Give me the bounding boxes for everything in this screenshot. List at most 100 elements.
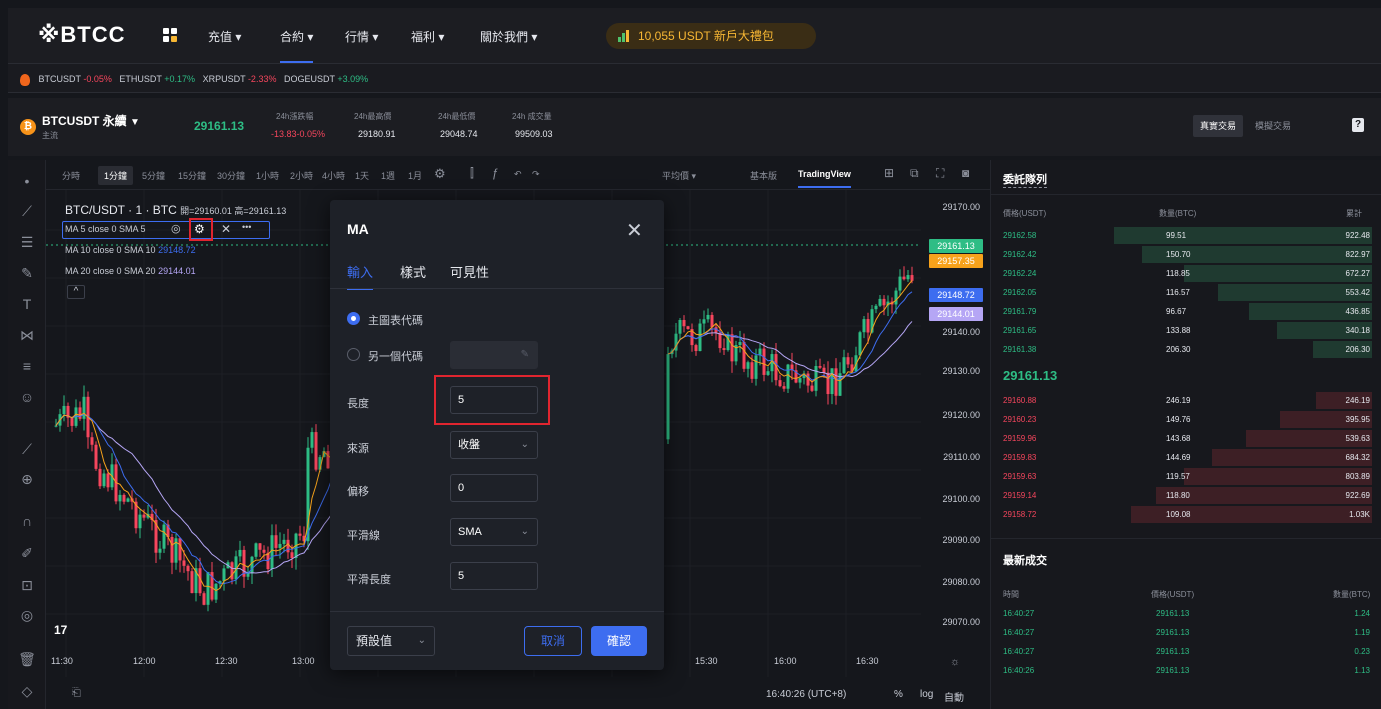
order-row[interactable]: 29158.72 109.08 1.03K (991, 506, 1381, 523)
tab-visibility[interactable]: 可見性 (450, 262, 489, 281)
confirm-button[interactable]: 確認 (591, 626, 647, 656)
order-row[interactable]: 29160.23 149.76 395.95 (991, 411, 1381, 428)
pattern-icon[interactable]: ⋈ (18, 326, 36, 344)
order-row[interactable]: 29162.58 99.51 922.48 (991, 227, 1381, 244)
interval-2h[interactable]: 2小時 (290, 169, 313, 182)
pencil-lock-icon[interactable]: ✐ (18, 544, 36, 562)
demo-trading-button[interactable]: 模擬交易 (1248, 115, 1298, 137)
goto-date-icon[interactable]: ⎗ (72, 687, 81, 700)
interval-1mo[interactable]: 1月 (408, 169, 422, 182)
popout-icon[interactable]: ⧉ (910, 166, 919, 181)
interval-5m[interactable]: 5分鐘 (142, 169, 165, 182)
collapse-legend-button[interactable]: ^ (67, 285, 85, 299)
ma20-legend-row[interactable]: MA 20 close 0 SMA 20 29144.01 (65, 266, 196, 276)
tradingview-tab[interactable]: TradingView (798, 169, 851, 188)
zoom-in-icon[interactable]: ⊕ (18, 470, 36, 488)
fullscreen-icon[interactable]: ⛶ (936, 166, 944, 181)
layers-icon[interactable]: ◇ (18, 682, 36, 700)
brush-icon[interactable]: ✎ (18, 264, 36, 282)
interval-timeline[interactable]: 分時 (62, 169, 80, 182)
fib-lines-icon[interactable]: ☰ (18, 233, 36, 251)
more-icon[interactable]: ••• (242, 222, 251, 232)
magnet-icon[interactable]: ∩ (18, 512, 36, 530)
length-input[interactable]: 5 (450, 386, 538, 414)
auto-toggle[interactable]: 自動 (944, 689, 964, 704)
real-trading-button[interactable]: 真實交易 (1193, 115, 1243, 137)
close-icon[interactable]: ✕ (221, 222, 231, 236)
main-symbol-radio[interactable] (347, 312, 360, 325)
close-icon[interactable]: ✕ (626, 218, 643, 243)
apps-grid-icon[interactable] (163, 28, 177, 42)
redo-icon[interactable]: ↷ (532, 169, 540, 180)
order-row[interactable]: 29161.38 206.30 206.30 (991, 341, 1381, 358)
interval-1m[interactable]: 1分鐘 (98, 166, 134, 185)
average-price-dropdown[interactable]: 平均價 ▾ (662, 169, 696, 182)
settings-icon[interactable]: ☼ (950, 656, 960, 668)
source-select[interactable]: 收盤 ⌄ (450, 431, 538, 459)
order-row[interactable]: 29160.88 246.19 246.19 (991, 392, 1381, 409)
lock-icon[interactable]: ⊡ (18, 576, 36, 594)
ticker-item[interactable]: BTCUSDT -0.05% (39, 74, 112, 84)
percent-toggle[interactable]: % (894, 689, 903, 700)
interval-30m[interactable]: 30分鐘 (217, 169, 245, 182)
pair-selector[interactable]: BTCUSDT 永續 ▼ (42, 112, 140, 129)
order-row[interactable]: 29159.83 144.69 684.32 (991, 449, 1381, 466)
order-row[interactable]: 29159.14 118.80 922.69 (991, 487, 1381, 504)
settings-gear-icon[interactable]: ⚙ (434, 166, 446, 182)
amount-cell: 133.88 (1166, 326, 1191, 335)
layout-grid-icon[interactable]: ⊞ (884, 166, 894, 180)
utc-clock[interactable]: 16:40:26 (UTC+8) (766, 689, 846, 700)
promo-banner[interactable]: 10,055 USDT 新戶大禮包 (606, 23, 816, 49)
other-symbol-radio[interactable] (347, 348, 360, 361)
interval-1h[interactable]: 1小時 (256, 169, 279, 182)
amount-cell: 116.57 (1166, 288, 1190, 297)
nav-contract[interactable]: 合約 ▾ (280, 28, 314, 63)
settings-gear-icon[interactable]: ⚙ (194, 222, 205, 236)
cancel-button[interactable]: 取消 (524, 626, 582, 656)
defaults-dropdown[interactable]: 預設值 ⌄ (347, 626, 435, 656)
order-row[interactable]: 29162.24 118.85 672.27 (991, 265, 1381, 282)
smoothing-length-input[interactable]: 5 (450, 562, 538, 590)
nav-market[interactable]: 行情 ▾ (345, 28, 378, 45)
nav-deposit[interactable]: 充值 ▾ (208, 28, 241, 45)
ticker-item[interactable]: DOGEUSDT +3.09% (284, 74, 368, 84)
candle-type-icon[interactable]: ⫿ (470, 166, 474, 181)
log-toggle[interactable]: log (920, 689, 933, 700)
ticker-item[interactable]: XRPUSDT -2.33% (203, 74, 277, 84)
text-icon[interactable]: T (18, 295, 36, 313)
order-book-title[interactable]: 委託隊列 (1003, 171, 1047, 188)
ruler-icon[interactable]: ⟋ (18, 440, 36, 458)
btcc-logo[interactable]: ※BTCC (38, 22, 126, 48)
smoothing-select[interactable]: SMA ⌄ (450, 518, 538, 546)
camera-icon[interactable]: ◙ (962, 166, 969, 180)
order-row[interactable]: 29159.63 119.57 803.89 (991, 468, 1381, 485)
order-row[interactable]: 29162.42 150.70 822.97 (991, 246, 1381, 263)
eye-icon[interactable]: ◎ (18, 606, 36, 624)
trash-icon[interactable]: 🗑 (18, 650, 36, 668)
order-row[interactable]: 29161.79 96.67 436.85 (991, 303, 1381, 320)
undo-icon[interactable]: ↶ (514, 169, 522, 180)
emoji-icon[interactable]: ☺ (18, 388, 36, 406)
eye-icon[interactable]: ◎ (171, 222, 181, 235)
tab-style[interactable]: 樣式 (400, 262, 426, 281)
indicator-fx-icon[interactable]: ƒ (492, 166, 499, 180)
crosshair-icon[interactable]: • (18, 172, 36, 190)
order-row[interactable]: 29161.65 133.88 340.18 (991, 322, 1381, 339)
basic-view-tab[interactable]: 基本版 (750, 169, 777, 182)
ticker-item[interactable]: ETHUSDT +0.17% (119, 74, 195, 84)
nav-rewards[interactable]: 福利 ▾ (411, 28, 444, 45)
tab-inputs[interactable]: 輸入 (347, 262, 374, 290)
interval-1w[interactable]: 1週 (381, 169, 395, 182)
measure-lines-icon[interactable]: ≡ (18, 357, 36, 375)
nav-about[interactable]: 關於我們 ▾ (480, 28, 537, 45)
order-row[interactable]: 29159.96 143.68 539.63 (991, 430, 1381, 447)
interval-4h[interactable]: 4小時 (322, 169, 345, 182)
trendline-icon[interactable]: ⟋ (18, 202, 36, 220)
candle-body (910, 275, 914, 281)
help-icon[interactable]: ? (1352, 118, 1364, 132)
order-row[interactable]: 29162.05 116.57 553.42 (991, 284, 1381, 301)
interval-1d[interactable]: 1天 (355, 169, 369, 182)
offset-input[interactable]: 0 (450, 474, 538, 502)
interval-15m[interactable]: 15分鐘 (178, 169, 206, 182)
ma10-legend-row[interactable]: MA 10 close 0 SMA 10 29148.72 (65, 245, 196, 255)
